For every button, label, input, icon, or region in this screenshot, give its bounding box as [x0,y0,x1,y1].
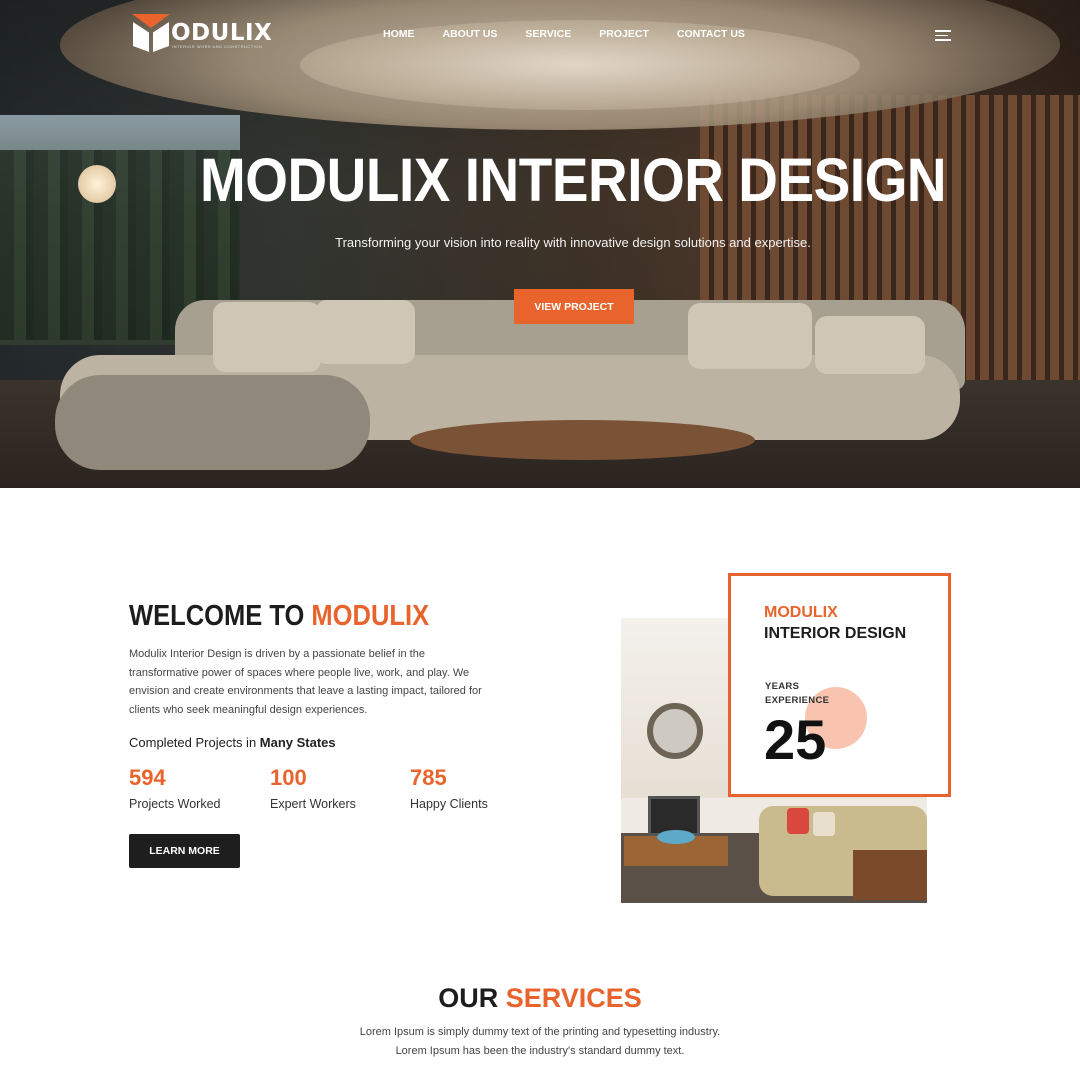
logo-m-icon [132,14,170,52]
experience-card: MODULIX INTERIOR DESIGN YEARS EXPERIENCE… [728,573,951,797]
stat-number: 100 [270,765,307,790]
blue-bowl [657,830,695,844]
completed-projects-heading: Completed Projects in Many States [129,735,336,750]
top-navbar: ODULIX INTERIOR WORK AND CONSTRUCTION HO… [0,0,1080,70]
stat-label: Expert Workers [270,797,356,811]
welcome-description: Modulix Interior Design is driven by a p… [129,648,482,716]
card-label-years: YEARS [765,681,800,692]
view-project-button[interactable]: VIEW PROJECT [514,289,634,324]
welcome-title-prefix: WELCOME TO [129,600,312,632]
stat-number: 785 [410,765,447,790]
stat-workers: 100 Expert Workers [270,765,356,811]
stat-label: Projects Worked [129,797,221,811]
nav-contact-us[interactable]: CONTACT US [677,28,745,40]
sofa-cushion [315,300,415,364]
sofa-chaise [55,375,370,470]
sofa-cushion [688,303,812,369]
brand-tagline: INTERIOR WORK AND CONSTRUCTION [172,44,263,49]
welcome-title: WELCOME TO MODULIX [129,600,429,633]
side-table [853,850,927,900]
card-label-experience: EXPERIENCE [765,695,830,706]
hero-title: MODULIX INTERIOR DESIGN [199,146,947,214]
sunburst-mirror [647,703,703,759]
services-line-2: Lorem Ipsum has been the industry's stan… [395,1045,685,1057]
brand-name: ODULIX [171,19,273,46]
stat-clients: 785 Happy Clients [410,765,488,811]
card-brand: MODULIX [764,604,838,621]
completed-projects-prefix: Completed Projects in [129,735,260,750]
services-title-accent: SERVICES [505,983,642,1013]
stat-label: Happy Clients [410,797,488,811]
main-menu: HOME ABOUT US SERVICE PROJECT CONTACT US [383,28,773,40]
learn-more-button[interactable]: LEARN MORE [129,834,240,868]
nav-home[interactable]: HOME [383,28,415,40]
nav-about-us[interactable]: ABOUT US [443,28,498,40]
services-description: Lorem Ipsum is simply dummy text of the … [0,1023,1080,1061]
hero-subtitle: Transforming your vision into reality wi… [335,235,811,250]
years-count: 25 [764,708,827,771]
stat-projects: 594 Projects Worked [129,765,220,811]
hamburger-menu-icon[interactable] [935,30,951,42]
services-title: OUR SERVICES [0,983,1080,1014]
stat-number: 594 [129,765,166,790]
hero-section: ODULIX INTERIOR WORK AND CONSTRUCTION HO… [0,0,1080,488]
nav-service[interactable]: SERVICE [525,28,571,40]
coffee-table [410,420,755,460]
welcome-title-accent: MODULIX [311,600,430,632]
sofa-cushion [213,302,321,372]
completed-projects-bold: Many States [259,735,336,750]
nav-project[interactable]: PROJECT [599,28,649,40]
services-line-1: Lorem Ipsum is simply dummy text of the … [359,1026,721,1038]
services-title-prefix: OUR [438,983,506,1013]
sofa-cushion [815,316,925,374]
card-title: INTERIOR DESIGN [764,625,907,642]
